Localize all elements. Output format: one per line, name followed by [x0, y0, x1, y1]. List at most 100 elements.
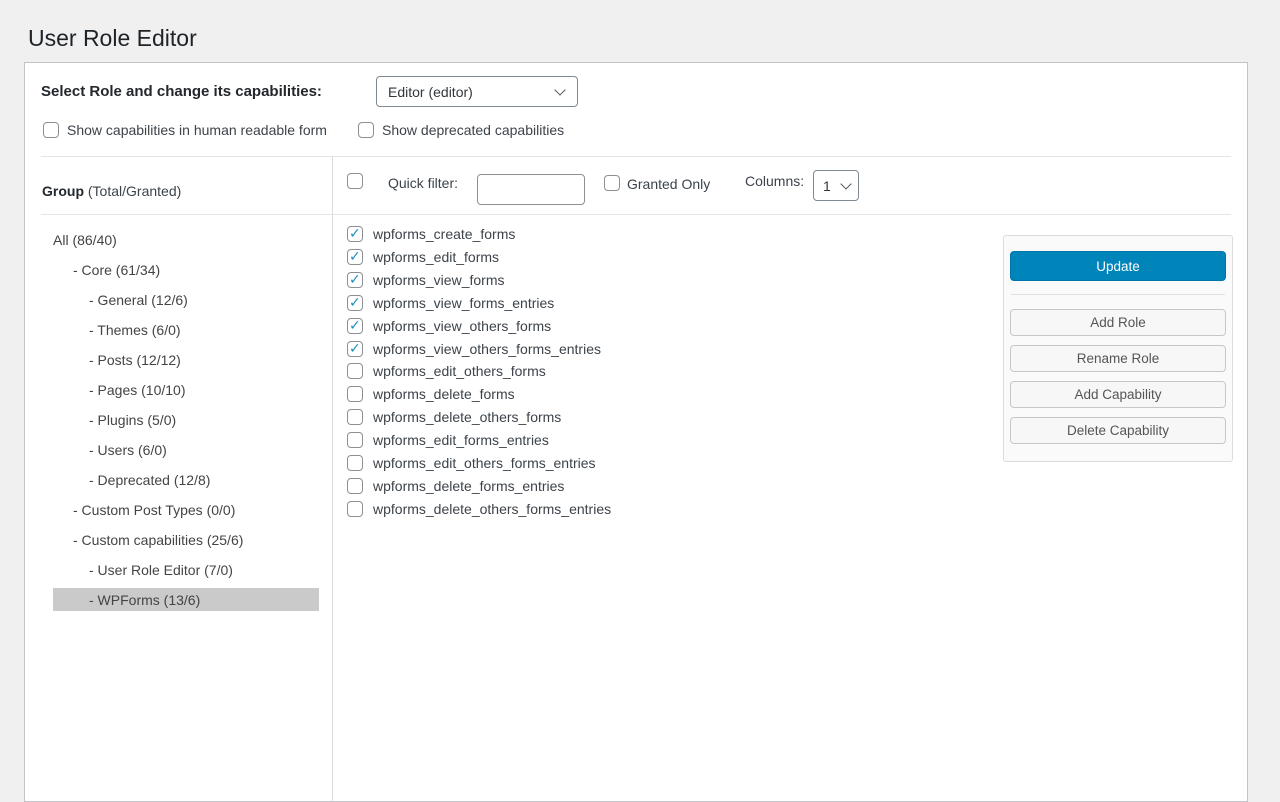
- group-tree-item[interactable]: - WPForms (13/6): [53, 588, 319, 611]
- user-role-editor-panel: Select Role and change its capabilities:…: [24, 62, 1248, 802]
- delete-capability-button[interactable]: Delete Capability: [1010, 417, 1226, 444]
- group-tree-item[interactable]: - Users (6/0): [53, 438, 319, 461]
- capability-row: wpforms_delete_others_forms_entries: [347, 497, 611, 520]
- capability-row: wpforms_delete_forms_entries: [347, 474, 611, 497]
- capability-label: wpforms_delete_others_forms: [373, 409, 561, 425]
- capability-checkbox[interactable]: [347, 341, 363, 357]
- capability-checkbox[interactable]: [347, 478, 363, 494]
- group-tree-item[interactable]: - Themes (6/0): [53, 318, 319, 341]
- group-tree-item-label: - Users (6/0): [53, 442, 167, 458]
- group-header-note: (Total/Granted): [84, 183, 181, 199]
- capability-checkbox[interactable]: [347, 249, 363, 265]
- group-header: Group (Total/Granted): [42, 183, 181, 199]
- group-tree-item-label: - Plugins (5/0): [53, 412, 176, 428]
- capability-checkbox[interactable]: [347, 455, 363, 471]
- capability-row: wpforms_delete_forms: [347, 383, 611, 406]
- group-tree-item-label: - Pages (10/10): [53, 382, 186, 398]
- group-tree-item[interactable]: - Core (61/34): [53, 258, 319, 281]
- chevron-down-icon: [840, 178, 851, 189]
- group-tree-item-label: - Custom capabilities (25/6): [53, 532, 243, 548]
- group-tree-item-label: All (86/40): [53, 232, 117, 248]
- capability-label: wpforms_create_forms: [373, 226, 515, 242]
- columns-select-value: 1: [823, 178, 831, 194]
- capability-label: wpforms_edit_others_forms_entries: [373, 455, 596, 471]
- deprecated-option[interactable]: Show deprecated capabilities: [358, 122, 564, 138]
- actions-divider: [1011, 294, 1225, 295]
- filter-bar: Quick filter: Granted Only Columns: 1: [332, 156, 1247, 214]
- group-tree-item-label: - Core (61/34): [53, 262, 160, 278]
- capability-checkbox[interactable]: [347, 432, 363, 448]
- group-tree-item[interactable]: - User Role Editor (7/0): [53, 558, 319, 581]
- capability-checkbox[interactable]: [347, 363, 363, 379]
- select-role-label: Select Role and change its capabilities:: [41, 83, 322, 100]
- group-tree-item[interactable]: - Deprecated (12/8): [53, 468, 319, 491]
- capability-row: wpforms_edit_forms_entries: [347, 429, 611, 452]
- capability-label: wpforms_delete_others_forms_entries: [373, 501, 611, 517]
- group-tree-item[interactable]: - Pages (10/10): [53, 378, 319, 401]
- capability-row: wpforms_view_forms_entries: [347, 292, 611, 315]
- capability-row: wpforms_edit_forms: [347, 246, 611, 269]
- chevron-down-icon: [554, 84, 565, 95]
- group-tree-item[interactable]: - Custom Post Types (0/0): [53, 498, 319, 521]
- capability-checkbox[interactable]: [347, 272, 363, 288]
- group-tree: All (86/40) - Core (61/34) - General (12/6…: [25, 228, 332, 618]
- capability-label: wpforms_view_others_forms: [373, 318, 551, 334]
- column-divider: [332, 156, 333, 801]
- update-button[interactable]: Update: [1010, 251, 1226, 281]
- capability-label: wpforms_delete_forms_entries: [373, 478, 564, 494]
- capability-checkbox[interactable]: [347, 226, 363, 242]
- role-select-value: Editor (editor): [388, 84, 473, 100]
- rename-role-button[interactable]: Rename Role: [1010, 345, 1226, 372]
- role-select[interactable]: Editor (editor): [376, 76, 578, 107]
- group-tree-item[interactable]: - Posts (12/12): [53, 348, 319, 371]
- group-tree-item-label: - General (12/6): [53, 292, 188, 308]
- capability-list: wpforms_create_forms wpforms_edit_formswp…: [347, 223, 611, 520]
- granted-only-checkbox[interactable]: [604, 175, 620, 191]
- add-capability-button[interactable]: Add Capability: [1010, 381, 1226, 408]
- capability-label: wpforms_edit_others_forms: [373, 363, 546, 379]
- capability-row: wpforms_view_forms: [347, 269, 611, 292]
- group-tree-item[interactable]: - Custom capabilities (25/6): [53, 528, 319, 551]
- capability-label: wpforms_view_forms_entries: [373, 295, 554, 311]
- group-tree-item-label: - Deprecated (12/8): [53, 472, 210, 488]
- capability-row: wpforms_create_forms: [347, 223, 611, 246]
- capability-checkbox[interactable]: [347, 318, 363, 334]
- add-role-button[interactable]: Add Role: [1010, 309, 1226, 336]
- capability-checkbox[interactable]: [347, 409, 363, 425]
- group-tree-item[interactable]: - General (12/6): [53, 288, 319, 311]
- actions-panel: Update Add Role Rename Role Add Capabili…: [1003, 235, 1233, 462]
- group-tree-item-label: - User Role Editor (7/0): [53, 562, 233, 578]
- capability-label: wpforms_edit_forms: [373, 249, 499, 265]
- capability-row: wpforms_edit_others_forms_entries: [347, 451, 611, 474]
- group-tree-item-label: - WPForms (13/6): [53, 592, 200, 608]
- columns-select[interactable]: 1: [813, 170, 859, 201]
- group-tree-item[interactable]: All (86/40): [53, 228, 319, 251]
- group-header-bold: Group: [42, 183, 84, 199]
- capability-checkbox[interactable]: [347, 295, 363, 311]
- capability-row: wpforms_view_others_forms_entries: [347, 337, 611, 360]
- deprecated-label: Show deprecated capabilities: [382, 122, 564, 138]
- capability-checkbox[interactable]: [347, 501, 363, 517]
- select-all-checkbox[interactable]: [347, 173, 363, 189]
- capability-label: wpforms_view_others_forms_entries: [373, 341, 601, 357]
- capability-checkbox[interactable]: [347, 386, 363, 402]
- page-title: User Role Editor: [28, 25, 197, 52]
- columns-label: Columns:: [745, 173, 804, 189]
- capability-row: wpforms_view_others_forms: [347, 314, 611, 337]
- quick-filter-input[interactable]: [477, 174, 585, 205]
- group-tree-item-label: - Themes (6/0): [53, 322, 181, 338]
- capability-row: wpforms_delete_others_forms: [347, 406, 611, 429]
- granted-only-label: Granted Only: [627, 176, 710, 192]
- capability-label: wpforms_delete_forms: [373, 386, 515, 402]
- capability-label: wpforms_view_forms: [373, 272, 504, 288]
- human-readable-checkbox[interactable]: [43, 122, 59, 138]
- quick-filter-label: Quick filter:: [388, 175, 458, 191]
- group-tree-item-label: - Posts (12/12): [53, 352, 181, 368]
- group-tree-item[interactable]: - Plugins (5/0): [53, 408, 319, 431]
- header-divider: [41, 214, 1231, 215]
- role-selector-row: Select Role and change its capabilities:: [41, 76, 322, 107]
- deprecated-checkbox[interactable]: [358, 122, 374, 138]
- capability-row: wpforms_edit_others_forms: [347, 360, 611, 383]
- human-readable-label: Show capabilities in human readable form: [67, 122, 327, 138]
- human-readable-option[interactable]: Show capabilities in human readable form: [43, 122, 327, 138]
